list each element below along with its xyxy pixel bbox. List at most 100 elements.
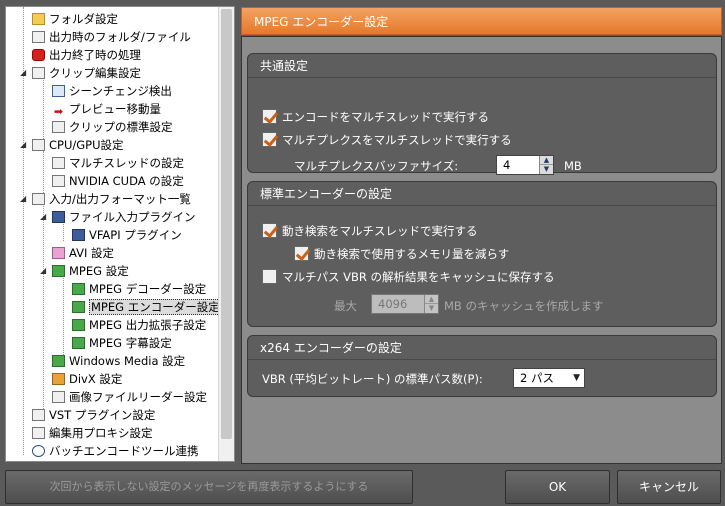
expand-arrow-icon[interactable]: ◢: [20, 64, 26, 82]
tree-item[interactable]: ◢ MPEG 設定: [40, 262, 129, 280]
tree-item[interactable]: 画像ファイルリーダー設定: [52, 388, 207, 406]
mux-buffer-spinner[interactable]: 4 ▲ ▼: [496, 155, 554, 175]
settings-content: 共通設定 エンコードをマルチスレッドで実行する マルチプレクスをマルチスレッドで…: [241, 36, 722, 464]
spin-up-icon[interactable]: ▲: [540, 156, 553, 165]
tree-item[interactable]: Windows Media 設定: [52, 352, 185, 370]
cache-size-spinner[interactable]: 4096 ▲ ▼: [371, 294, 439, 314]
tree-item[interactable]: バッチエンコードツール連携: [32, 442, 199, 460]
tree-item-label: 編集用プロキシ設定: [49, 426, 153, 440]
avi-icon: [52, 247, 65, 259]
clip-edit-icon: [32, 67, 45, 79]
common-settings-title: 共通設定: [248, 54, 716, 78]
tree-item[interactable]: VST プラグイン設定: [32, 406, 155, 424]
tree-scrollbar-thumb[interactable]: [221, 9, 232, 439]
reset-messages-button[interactable]: 次回から表示しない設定のメッセージを再度表示するようにする: [5, 470, 413, 504]
tree-item-label: クリップ編集設定: [49, 66, 141, 80]
vbr-pass-select[interactable]: 2 パス ▼: [513, 368, 585, 388]
reduce-memory-checkbox[interactable]: 動き検索で使用するメモリ量を減らす: [294, 245, 509, 263]
tree-item[interactable]: NVIDIA CUDA の設定: [52, 172, 184, 190]
tree-item[interactable]: 出力終了時の処理: [32, 46, 141, 64]
cpu-icon: [32, 139, 45, 151]
chevron-down-icon[interactable]: ▼: [573, 369, 580, 387]
folder-file-icon: [32, 31, 45, 43]
vbr-pass-value[interactable]: 2 パス: [520, 371, 554, 385]
clock-icon: [32, 445, 45, 457]
ok-button[interactable]: OK: [505, 470, 610, 504]
clip-default-icon: [52, 121, 65, 133]
spinner-arrows[interactable]: ▲ ▼: [424, 295, 438, 313]
multithread-mux-label: マルチプレクスをマルチスレッドで実行する: [282, 133, 512, 147]
tree-item-label: 出力時のフォルダ/ファイル: [49, 30, 191, 44]
motion-multithread-checkbox[interactable]: 動き検索をマルチスレッドで実行する: [262, 222, 478, 240]
checkbox-box[interactable]: [262, 109, 277, 124]
tree-item-label: CPU/GPU設定: [49, 138, 124, 152]
tree-item-label: シーンチェンジ検出: [69, 84, 172, 98]
tree-item-label: VFAPI プラグイン: [89, 228, 182, 242]
spinner-arrows[interactable]: ▲ ▼: [539, 156, 553, 174]
multithread-encode-checkbox[interactable]: エンコードをマルチスレッドで実行する: [262, 108, 489, 126]
tree-item[interactable]: ◢ 入力/出力フォーマット一覧: [20, 190, 191, 208]
motion-multithread-label: 動き検索をマルチスレッドで実行する: [282, 224, 478, 238]
tree-item[interactable]: DivX 設定: [52, 370, 122, 388]
tree-item[interactable]: 出力時のフォルダ/ファイル: [32, 28, 191, 46]
checkbox-box[interactable]: [294, 246, 309, 261]
standard-encoder-group: 標準エンコーダーの設定 動き検索をマルチスレッドで実行する 動き検索で使用するメ…: [247, 181, 717, 327]
divx-icon: [52, 373, 65, 385]
tree-item[interactable]: MPEG 出力拡張子設定: [72, 316, 206, 334]
mpeg-icon: [72, 319, 85, 331]
cache-unit-label: MB のキャッシュを作成します: [444, 299, 604, 313]
wm-icon: [52, 355, 65, 367]
tree-item[interactable]: 編集用プロキシ設定: [32, 424, 153, 442]
mux-buffer-value[interactable]: 4: [503, 158, 510, 172]
settings-tree: フォルダ設定出力時のフォルダ/ファイル出力終了時の処理 ◢ クリップ編集設定シーンチ…: [5, 6, 235, 462]
doc-icon: [52, 175, 65, 187]
expand-arrow-icon[interactable]: ◢: [20, 190, 26, 208]
scene-change-icon: [52, 85, 65, 97]
spin-up-icon[interactable]: ▲: [425, 295, 438, 304]
arrow-icon: ➡: [53, 105, 64, 118]
tree-item[interactable]: MPEG 字幕設定: [72, 334, 172, 352]
tree-item-label: マルチスレッドの設定: [69, 156, 184, 170]
checkbox-box[interactable]: [262, 223, 277, 238]
tree-item-label: プレビュー移動量: [69, 102, 161, 116]
tree-item-label: MPEG デコーダー設定: [89, 282, 207, 296]
tree-item[interactable]: ◢ CPU/GPU設定: [20, 136, 124, 154]
cancel-button[interactable]: キャンセル: [617, 470, 721, 504]
tree-scrollbar[interactable]: [218, 7, 234, 461]
tree-item[interactable]: フォルダ設定: [32, 10, 118, 28]
vst-icon: [32, 409, 45, 421]
tree-item[interactable]: クリップの標準設定: [52, 118, 173, 136]
x264-encoder-title: x264 エンコーダーの設定: [248, 336, 716, 360]
tree-guide-line: [63, 275, 64, 355]
tree-item[interactable]: ➡ プレビュー移動量: [52, 100, 161, 118]
tree-item-label: クリップの標準設定: [69, 120, 173, 134]
tree-item[interactable]: VFAPI プラグイン: [72, 226, 182, 244]
tree-item[interactable]: MPEG エンコーダー設定: [72, 298, 222, 316]
tree-item[interactable]: MPEG デコーダー設定: [72, 280, 206, 298]
page-title: MPEG エンコーダー設定: [241, 7, 722, 35]
mpeg-icon: [52, 265, 65, 277]
spin-down-icon[interactable]: ▼: [425, 304, 438, 313]
tree-item-label: MPEG 出力拡張子設定: [89, 318, 207, 332]
list-icon: [32, 193, 45, 205]
tree-item[interactable]: ◢ クリップ編集設定: [20, 64, 141, 82]
stop-icon: [32, 49, 45, 61]
multipass-cache-checkbox[interactable]: マルチパス VBR の解析結果をキャッシュに保存する: [262, 268, 555, 286]
proxy-icon: [32, 427, 45, 439]
checkbox-box[interactable]: [262, 269, 277, 284]
image-icon: [52, 391, 65, 403]
tree-item[interactable]: シーンチェンジ検出: [52, 82, 172, 100]
expand-arrow-icon[interactable]: ◢: [40, 208, 46, 226]
cache-size-value[interactable]: 4096: [378, 297, 407, 311]
checkbox-box[interactable]: [262, 132, 277, 147]
expand-arrow-icon[interactable]: ◢: [40, 262, 46, 280]
tree-item[interactable]: ◢ ファイル入力プラグイン: [40, 208, 196, 226]
spin-down-icon[interactable]: ▼: [540, 165, 553, 174]
expand-arrow-icon[interactable]: ◢: [20, 136, 26, 154]
tree-item-label: MPEG 設定: [69, 264, 129, 278]
mux-buffer-label: マルチプレクスバッファサイズ:: [294, 159, 459, 173]
tree-item[interactable]: マルチスレッドの設定: [52, 154, 184, 172]
tree-item[interactable]: AVI 設定: [52, 244, 114, 262]
vbr-pass-label: VBR (平均ビットレート) の標準パス数(P):: [262, 372, 483, 386]
multithread-mux-checkbox[interactable]: マルチプレクスをマルチスレッドで実行する: [262, 131, 512, 149]
